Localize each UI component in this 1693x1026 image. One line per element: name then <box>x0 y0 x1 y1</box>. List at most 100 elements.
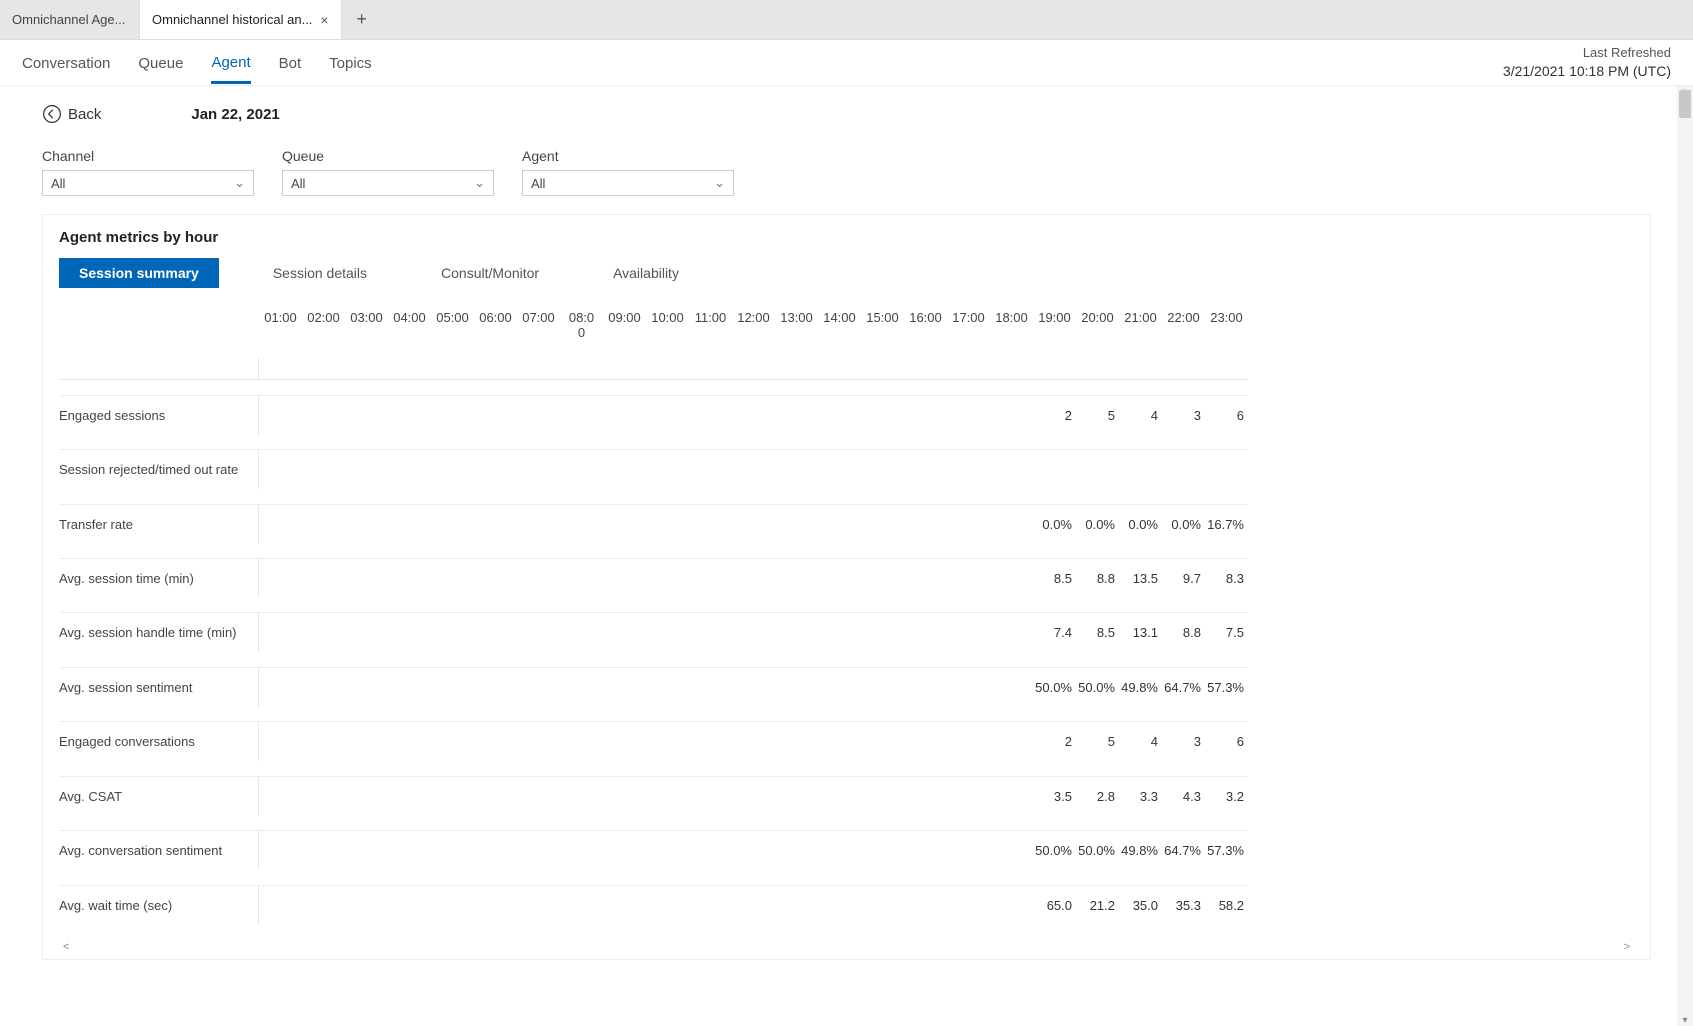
new-tab-button[interactable]: + <box>342 0 382 39</box>
grid-cell <box>861 558 904 598</box>
grid-cell <box>861 830 904 870</box>
grid-cell <box>990 449 1033 489</box>
grid-cell: 3 <box>1162 721 1205 761</box>
grid-cell <box>345 612 388 652</box>
grid-cell: 5 <box>1076 395 1119 435</box>
card-title: Agent metrics by hour <box>59 229 1634 246</box>
app-tab-strip: Omnichannel Age... Omnichannel historica… <box>0 0 1693 40</box>
grid-cell: 50.0% <box>1076 830 1119 870</box>
filter-label: Agent <box>522 148 734 164</box>
grid-cell: 8.5 <box>1076 612 1119 652</box>
grid-cell <box>646 449 689 489</box>
grid-column-header: 02:00 <box>302 306 345 358</box>
grid-cell <box>345 558 388 598</box>
grid-row-label: Session rejected/timed out rate <box>59 449 259 489</box>
grid-cell <box>560 885 603 925</box>
nav-bot[interactable]: Bot <box>279 43 302 82</box>
tab-session-details[interactable]: Session details <box>253 258 387 288</box>
grid-cell <box>560 395 603 435</box>
metrics-grid[interactable]: 01:0002:0003:0004:0005:0006:0007:0008:00… <box>59 306 1634 939</box>
grid-cell <box>517 721 560 761</box>
grid-cell <box>259 558 302 598</box>
grid-cell: 8.5 <box>1033 558 1076 598</box>
grid-cell <box>904 395 947 435</box>
tab-session-summary[interactable]: Session summary <box>59 258 219 288</box>
grid-cell <box>388 830 431 870</box>
grid-cell <box>990 885 1033 925</box>
grid-cell: 13.1 <box>1119 612 1162 652</box>
scroll-thumb[interactable] <box>1679 90 1691 118</box>
close-icon[interactable]: × <box>320 12 328 28</box>
grid-cell <box>517 395 560 435</box>
grid-cell <box>474 449 517 489</box>
grid-cell <box>560 612 603 652</box>
select-value: All <box>531 176 545 191</box>
queue-select[interactable]: All ⌄ <box>282 170 494 196</box>
grid-separator <box>861 358 904 380</box>
filter-label: Channel <box>42 148 254 164</box>
app-tab-omnichannel-agent[interactable]: Omnichannel Age... <box>0 0 140 39</box>
grid-cell <box>259 449 302 489</box>
content-area: Back Jan 22, 2021 Channel All ⌄ Queue Al… <box>0 86 1693 1026</box>
grid-separator <box>560 358 603 380</box>
back-button[interactable]: Back <box>42 104 101 124</box>
grid-cell <box>990 395 1033 435</box>
nav-topics[interactable]: Topics <box>329 43 372 82</box>
vertical-scrollbar[interactable]: ▴ ▾ <box>1677 86 1693 1026</box>
grid-cell <box>259 612 302 652</box>
tab-availability[interactable]: Availability <box>593 258 699 288</box>
agent-select[interactable]: All ⌄ <box>522 170 734 196</box>
grid-cell <box>1033 449 1076 489</box>
grid-cell <box>431 667 474 707</box>
tab-consult-monitor[interactable]: Consult/Monitor <box>421 258 559 288</box>
grid-row-label: Avg. session time (min) <box>59 558 259 598</box>
grid-cell <box>861 721 904 761</box>
grid-separator <box>517 358 560 380</box>
select-value: All <box>51 176 65 191</box>
grid-separator <box>1162 358 1205 380</box>
grid-cell <box>990 830 1033 870</box>
grid-separator <box>1076 358 1119 380</box>
grid-cell: 5 <box>1076 721 1119 761</box>
grid-cell <box>775 776 818 816</box>
grid-cell <box>388 885 431 925</box>
grid-cell <box>431 504 474 544</box>
grid-cell <box>861 885 904 925</box>
grid-cell <box>345 667 388 707</box>
filter-agent: Agent All ⌄ <box>522 148 734 196</box>
grid-cell: 0.0% <box>1033 504 1076 544</box>
grid-cell <box>302 449 345 489</box>
grid-cell <box>345 885 388 925</box>
grid-cell: 50.0% <box>1076 667 1119 707</box>
grid-cell <box>302 558 345 598</box>
grid-cell <box>302 721 345 761</box>
grid-cell <box>388 667 431 707</box>
grid-cell <box>732 504 775 544</box>
grid-cell: 6 <box>1205 721 1248 761</box>
grid-cell <box>990 504 1033 544</box>
grid-column-header: 16:00 <box>904 306 947 358</box>
grid-column-header: 18:00 <box>990 306 1033 358</box>
nav-agent[interactable]: Agent <box>211 42 250 84</box>
grid-cell <box>861 612 904 652</box>
grid-cell <box>646 558 689 598</box>
grid-column-header: 12:00 <box>732 306 775 358</box>
scroll-right-indicator: > <box>1624 941 1630 953</box>
app-tab-omnichannel-historical[interactable]: Omnichannel historical an... × <box>140 0 342 39</box>
grid-cell: 35.0 <box>1119 885 1162 925</box>
grid-cell <box>861 504 904 544</box>
grid-cell: 57.3% <box>1205 667 1248 707</box>
grid-cell <box>1076 449 1119 489</box>
nav-queue[interactable]: Queue <box>138 43 183 82</box>
scroll-down-arrow-icon[interactable]: ▾ <box>1677 1015 1693 1026</box>
grid-cell: 8.8 <box>1076 558 1119 598</box>
grid-column-header: 03:00 <box>345 306 388 358</box>
grid-cell <box>818 885 861 925</box>
grid-cell <box>603 667 646 707</box>
channel-select[interactable]: All ⌄ <box>42 170 254 196</box>
grid-cell <box>689 395 732 435</box>
nav-conversation[interactable]: Conversation <box>22 43 110 82</box>
grid-cell <box>560 449 603 489</box>
grid-separator <box>388 358 431 380</box>
grid-separator <box>1205 358 1248 380</box>
